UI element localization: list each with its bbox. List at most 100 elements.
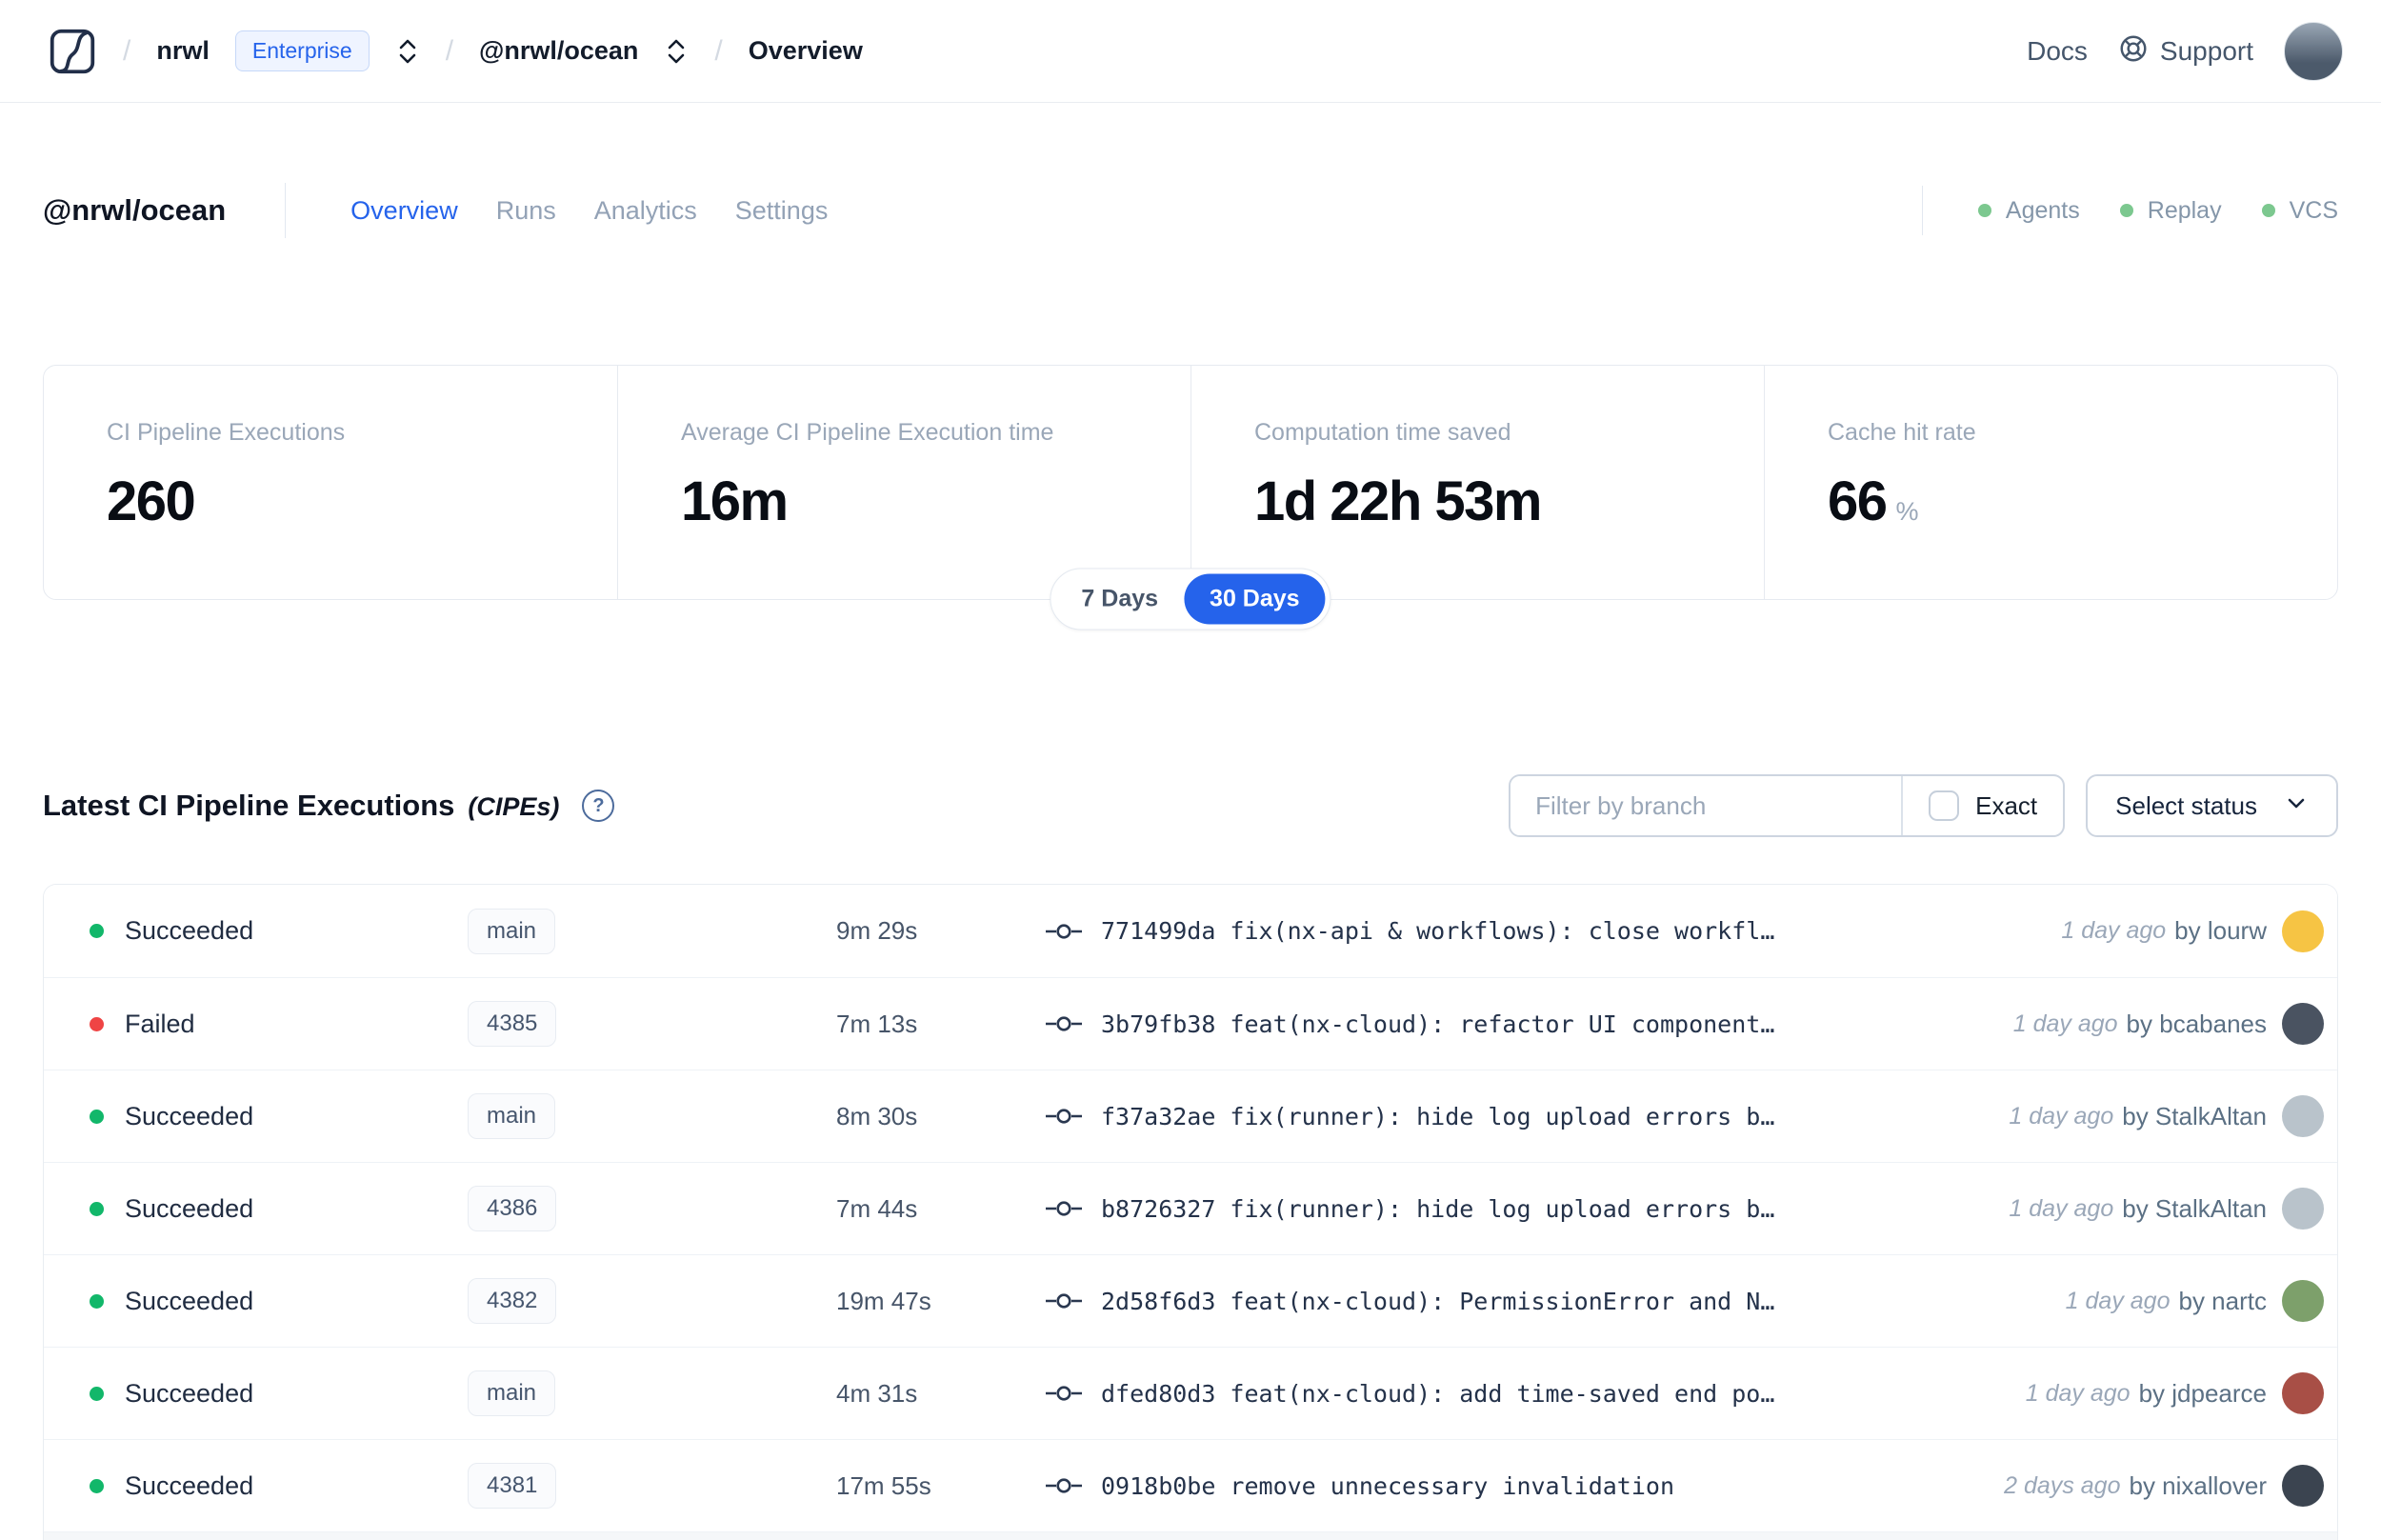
time-ago: 1 day ago [2025,1379,2131,1407]
support-link[interactable]: Support [2118,33,2253,69]
lifebuoy-icon [2118,33,2149,69]
commit-message: feat(nx-cloud): PermissionError and N… [1230,1287,1775,1315]
status-vcs[interactable]: VCS [2261,197,2338,225]
branch-badge: main [468,908,556,954]
status-dot [90,924,104,938]
duration: 9m 29s [836,916,918,945]
git-commit-icon [1044,1196,1084,1221]
status-label: Failed [125,1009,195,1038]
git-commit-icon [1044,1289,1084,1313]
cipe-row[interactable]: Succeeded 4386 7m 44s b8726327 fix(runner… [44,1162,2337,1254]
cipe-row[interactable]: Succeeded main 9m 29s 771499da fix(nx-api… [44,885,2337,977]
commit-hash: 0918b0be [1101,1471,1216,1500]
divider [1921,186,1923,235]
tab-settings[interactable]: Settings [735,196,829,226]
breadcrumb-workspace[interactable]: @nrwl/ocean [479,36,638,66]
status-dot [90,1016,104,1031]
duration: 19m 47s [836,1286,931,1315]
branch-badge: 4385 [468,1001,557,1047]
tab-analytics[interactable]: Analytics [594,196,697,226]
cipe-row[interactable]: Succeeded 4381 17m 55s 0918b0be remove un… [44,1439,2337,1531]
stat-value: 260 [107,470,196,532]
range-7-days[interactable]: 7 Days [1055,574,1184,625]
cipe-row[interactable]: Failed 4385 7m 13s 3b79fb38 feat(nx-cloud… [44,977,2337,1070]
tab-overview[interactable]: Overview [350,196,458,226]
author: by StalkAltan [2122,1193,2267,1223]
commit-message: remove unnecessary invalidation [1230,1471,1675,1500]
range-30-days[interactable]: 30 Days [1184,573,1326,625]
help-icon[interactable]: ? [582,790,615,822]
author-avatar [2282,1003,2324,1045]
stats-summary-card: CI Pipeline Executions 260 Average CI Pi… [43,365,2338,630]
nx-cloud-logo-icon[interactable] [48,27,97,76]
branch-badge: main [468,1370,556,1416]
git-commit-icon [1044,1104,1084,1129]
branch-filter-input[interactable] [1511,776,1902,835]
date-range-toggle: 7 Days 30 Days [1050,568,1331,630]
commit-message: fix(nx-api & workflows): close workfl… [1230,917,1775,945]
author: by nartc [2178,1286,2268,1315]
branch-badge: 4381 [468,1463,557,1509]
green-dot-icon [1977,204,1991,217]
status-dot [90,1386,104,1401]
status-agents[interactable]: Agents [1977,197,2080,225]
author: by nixallover [2129,1470,2267,1500]
stat-ci-pipeline-executions: CI Pipeline Executions 260 [44,366,617,599]
commit-message: fix(runner): hide log upload errors b… [1230,1102,1775,1130]
top-navigation-bar: / nrwl Enterprise / @nrwl/ocean / Overvi… [0,0,2381,103]
breadcrumb-separator: / [714,34,723,67]
commit-message: feat(nx-cloud): refactor UI component… [1230,1010,1775,1038]
duration: 4m 31s [836,1378,918,1408]
workspace-switcher-chevrons-icon[interactable] [664,36,689,67]
author-avatar [2282,1280,2324,1322]
author-avatar [2282,910,2324,952]
stat-value: 1d 22h 53m [1254,470,1542,532]
time-ago: 1 day ago [2009,1194,2114,1222]
git-commit-icon [1044,1011,1084,1036]
commit-hash: dfed80d3 [1101,1379,1216,1408]
author: by bcabanes [2126,1009,2267,1038]
section-title: Latest CI Pipeline Executions (CIPEs) [43,789,560,822]
cipe-row[interactable]: Succeeded main 8m 30s f37a32ae fix(runner… [44,1070,2337,1162]
breadcrumb-separator: / [123,34,131,67]
stat-label: Cache hit rate [1828,419,1976,446]
cipe-table: Succeeded main 9m 29s 771499da fix(nx-api… [43,884,2338,1540]
stat-average-execution-time: Average CI Pipeline Execution time 16m [617,366,1190,599]
docs-link[interactable]: Docs [2027,36,2088,67]
branch-badge: 4382 [468,1278,557,1324]
time-ago: 1 day ago [2012,1010,2118,1037]
branch-filter-group: Exact [1509,774,2066,837]
author-avatar [2282,1465,2324,1507]
breadcrumb-org[interactable]: nrwl [156,36,210,66]
divider [285,183,287,238]
breadcrumb-page: Overview [748,36,863,65]
author-avatar [2282,1095,2324,1137]
commit-hash: 3b79fb38 [1101,1010,1216,1038]
stat-label: Computation time saved [1254,419,1511,446]
stat-label: Average CI Pipeline Execution time [681,419,1054,446]
status-label: Succeeded [125,1378,254,1408]
cipe-row[interactable]: Succeeded main 4m 31s dfed80d3 feat(nx-cl… [44,1347,2337,1439]
stat-label: CI Pipeline Executions [107,419,346,446]
org-switcher-chevrons-icon[interactable] [395,36,420,67]
section-title-suffix: (CIPEs) [468,792,560,821]
time-ago: 1 day ago [2065,1287,2171,1314]
author-avatar [2282,1188,2324,1230]
exact-label[interactable]: Exact [1975,791,2037,821]
status-select-dropdown[interactable]: Select status [2086,774,2338,837]
status-label: Succeeded [125,1193,254,1223]
tab-runs[interactable]: Runs [496,196,556,226]
git-commit-icon [1044,1473,1084,1498]
status-label: Succeeded [125,1470,254,1500]
commit-hash: b8726327 [1101,1194,1216,1223]
status-replay[interactable]: Replay [2119,197,2222,225]
duration: 7m 44s [836,1193,918,1223]
exact-checkbox[interactable] [1929,790,1960,821]
chevron-down-icon [2284,790,2309,822]
status-label: Succeeded [125,1101,254,1130]
commit-message: feat(nx-cloud): add time-saved end po… [1230,1379,1775,1408]
cipe-row[interactable]: Succeeded 4382 19m 47s 2d58f6d3 feat(nx-c… [44,1254,2337,1347]
user-avatar[interactable] [2284,21,2343,81]
breadcrumb-separator: / [445,34,454,67]
cipe-section-header: Latest CI Pipeline Executions (CIPEs) ? … [43,774,2338,837]
